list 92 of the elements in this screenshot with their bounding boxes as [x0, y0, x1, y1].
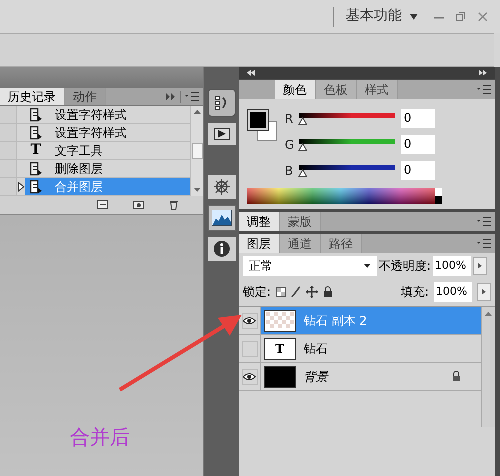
- history-state-icon: [29, 126, 43, 140]
- scroll-thumb[interactable]: [192, 143, 202, 159]
- annotation-text: 合并后: [70, 424, 130, 451]
- panel-tab[interactable]: 颜色: [275, 80, 316, 99]
- eye-icon: [243, 316, 256, 324]
- restore-icon[interactable]: [456, 12, 466, 22]
- brush-icon[interactable]: [291, 286, 302, 298]
- info-icon: [212, 240, 230, 258]
- layer-row[interactable]: 背景: [239, 363, 481, 391]
- history-item[interactable]: 删除图层: [25, 160, 190, 177]
- expand-icon[interactable]: [479, 70, 487, 76]
- lock-transparency-icon[interactable]: [276, 287, 286, 297]
- info-panel-button[interactable]: [208, 237, 236, 261]
- opacity-label: 不透明度:: [379, 258, 432, 275]
- panel-tab[interactable]: 调整: [239, 212, 280, 231]
- panel-tab[interactable]: 路径: [321, 234, 362, 253]
- channel-label: G: [285, 136, 296, 154]
- trash-icon[interactable]: [169, 200, 179, 210]
- snapshot-source-cell[interactable]: [0, 106, 17, 123]
- scrollbar[interactable]: [481, 307, 495, 427]
- fill-slider-button[interactable]: [477, 283, 491, 301]
- history-item-label: 合并图层: [55, 178, 103, 196]
- type-layer-glyph: T: [276, 340, 284, 358]
- histogram-icon: [212, 210, 232, 226]
- panel-tab[interactable]: 动作: [65, 88, 106, 105]
- history-item-label: 文字工具: [55, 142, 103, 160]
- history-panel-button[interactable]: [208, 89, 236, 117]
- color-spectrum[interactable]: [247, 188, 442, 204]
- layer-name: 钻石: [304, 340, 329, 358]
- opacity-field[interactable]: 100%: [433, 256, 472, 276]
- scroll-up-icon[interactable]: [485, 312, 492, 316]
- panel-tab[interactable]: 历史记录: [0, 88, 65, 105]
- actions-panel-button[interactable]: [208, 123, 236, 145]
- blend-mode-select[interactable]: 正常: [243, 256, 377, 276]
- histogram-panel-button[interactable]: [208, 205, 236, 231]
- navigator-panel-button[interactable]: [208, 175, 236, 199]
- fill-label: 填充:: [400, 284, 429, 301]
- panel-tab[interactable]: 通道: [280, 234, 321, 253]
- layer-name: 钻石 副本 2: [304, 312, 368, 330]
- caret-icon: [410, 14, 418, 20]
- history-state-icon: [29, 180, 43, 194]
- camera-icon[interactable]: [133, 200, 145, 210]
- history-item-label: 设置字符样式: [55, 124, 127, 142]
- panel-menu-icon[interactable]: [185, 92, 199, 102]
- history-item-label: 删除图层: [55, 160, 103, 178]
- snapshot-source-cell[interactable]: [0, 160, 17, 177]
- type-tool-icon: T: [29, 140, 43, 161]
- eye-icon: [243, 372, 256, 380]
- play-icon: [214, 128, 230, 140]
- history-item[interactable]: 设置字符样式: [25, 106, 190, 123]
- history-item[interactable]: 设置字符样式: [25, 124, 190, 141]
- panel-tab[interactable]: 样式: [357, 80, 398, 99]
- panel-tab[interactable]: 色板: [316, 80, 357, 99]
- snapshot-source-cell[interactable]: [0, 124, 17, 141]
- visibility-toggle[interactable]: [242, 312, 258, 328]
- caret-icon: [364, 264, 371, 268]
- channel-label: B: [285, 162, 294, 180]
- snapshot-source-cell[interactable]: [0, 142, 17, 159]
- lock-icon[interactable]: [323, 286, 334, 298]
- caret-icon: [478, 263, 482, 269]
- channel-value-field[interactable]: 0: [401, 109, 435, 128]
- panel-tab[interactable]: 蒙版: [280, 212, 321, 231]
- visibility-toggle[interactable]: [242, 340, 258, 356]
- snapshot-source-cell[interactable]: [0, 178, 17, 195]
- move-icon[interactable]: [306, 286, 318, 298]
- layer-thumbnail: [264, 366, 296, 388]
- history-state-icon: [29, 162, 43, 176]
- new-document-icon[interactable]: [97, 200, 109, 210]
- history-item-label: 设置字符样式: [55, 106, 127, 124]
- layer-name: 背景: [304, 368, 330, 386]
- channel-value-field[interactable]: 0: [401, 161, 435, 180]
- wheel-icon: [212, 178, 230, 196]
- history-item[interactable]: T 文字工具: [25, 142, 190, 159]
- channel-value-field[interactable]: 0: [401, 135, 435, 154]
- caret-icon: [482, 289, 486, 295]
- expand-icon[interactable]: [166, 92, 176, 100]
- scroll-down-icon[interactable]: [194, 188, 200, 192]
- collapse-icon[interactable]: [247, 70, 255, 76]
- scroll-up-icon[interactable]: [194, 110, 200, 114]
- panel-menu-icon[interactable]: [477, 216, 491, 226]
- panel-menu-icon[interactable]: [477, 84, 491, 94]
- history-state-icon: [29, 108, 43, 122]
- lock-label: 锁定:: [243, 284, 272, 301]
- channel-label: R: [285, 110, 294, 128]
- panel-menu-icon[interactable]: [477, 238, 491, 248]
- layer-row[interactable]: T 钻石: [239, 335, 481, 363]
- panel-tab[interactable]: 图层: [239, 234, 280, 253]
- scrollbar[interactable]: [190, 106, 203, 196]
- workspace-switcher[interactable]: 基本功能: [346, 6, 418, 27]
- opacity-slider-button[interactable]: [473, 257, 488, 275]
- visibility-toggle[interactable]: [242, 368, 258, 384]
- fill-field[interactable]: 100%: [434, 282, 472, 302]
